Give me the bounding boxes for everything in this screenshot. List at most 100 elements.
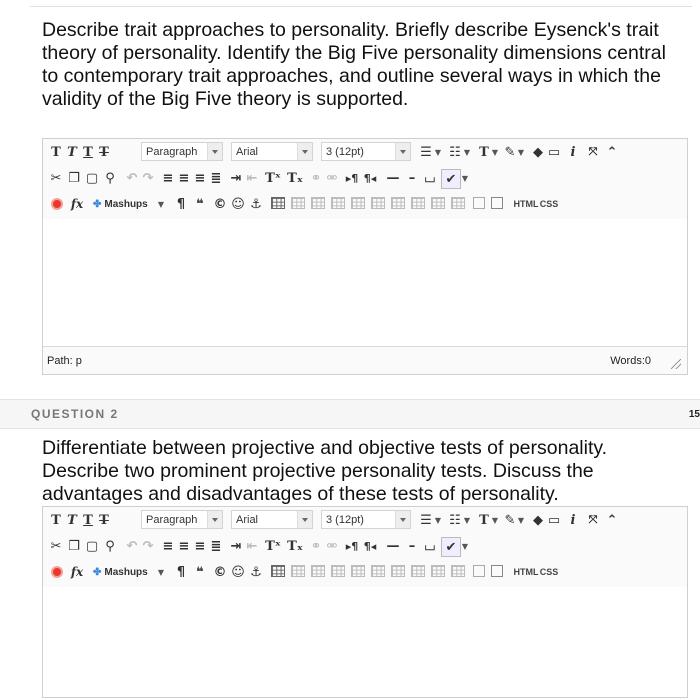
answer-text-area-2[interactable] (43, 587, 687, 697)
underline-icon[interactable]: T (81, 511, 95, 529)
rtl-icon[interactable]: ¶◂ (363, 537, 377, 555)
insert-col-before-icon[interactable] (391, 197, 405, 209)
delete-col-icon[interactable] (431, 197, 445, 209)
mashups-button[interactable]: ✤ Mashups (93, 563, 153, 581)
anchor-icon[interactable]: ⚓ (249, 563, 263, 581)
table-cell-props-icon[interactable] (311, 197, 325, 209)
formula-icon[interactable]: fx (69, 563, 85, 581)
chevron-down-icon[interactable]: ▼ (517, 511, 525, 529)
spellcheck-icon[interactable]: ✔ (441, 169, 461, 189)
align-right-icon[interactable]: ≡ (193, 537, 207, 555)
html-button[interactable]: HTML (513, 563, 539, 581)
horizontal-rule-icon[interactable]: — (385, 169, 401, 187)
show-blocks-icon[interactable] (491, 565, 503, 577)
preview-monitor-icon[interactable]: ▭ (547, 511, 561, 529)
blockquote-icon[interactable]: ❝ (193, 195, 207, 213)
size-select[interactable]: 3 (12pt) (321, 142, 411, 161)
format-select[interactable]: Paragraph (141, 510, 223, 529)
chevron-down-icon[interactable]: ▼ (157, 195, 165, 213)
anchor-icon[interactable]: ⚓ (249, 195, 263, 213)
align-left-icon[interactable]: ≡ (161, 537, 175, 555)
find-icon[interactable]: ⚲ (103, 169, 117, 187)
fullscreen-icon[interactable]: ⤧ (585, 511, 601, 529)
cut-icon[interactable]: ✂ (49, 169, 63, 187)
align-center-icon[interactable]: ≡ (177, 169, 191, 187)
superscript-icon[interactable]: Tˣ (265, 537, 281, 555)
subscript-icon[interactable]: Tₓ (287, 169, 303, 187)
emoticon-icon[interactable]: ☺ (231, 563, 245, 581)
justify-icon[interactable]: ≣ (209, 169, 223, 187)
insert-table-icon[interactable] (271, 565, 285, 577)
paragraph-icon[interactable]: ¶ (175, 563, 187, 581)
table-cell-props-icon[interactable] (311, 565, 325, 577)
eraser-icon[interactable]: ◆ (531, 511, 545, 529)
chevron-down-icon[interactable]: ▼ (461, 169, 469, 187)
merge-cells-icon[interactable] (473, 565, 485, 577)
chevron-down-icon[interactable]: ▼ (463, 143, 471, 161)
collapse-toolbar-icon[interactable]: ⌃ (605, 143, 619, 161)
italic-icon[interactable]: T (65, 511, 79, 529)
redo-icon[interactable]: ↷ (141, 537, 155, 555)
table-row-props-icon[interactable] (291, 197, 305, 209)
undo-icon[interactable]: ↶ (125, 169, 139, 187)
font-select[interactable]: Arial (231, 510, 313, 529)
split-cells-icon[interactable] (451, 197, 465, 209)
fullscreen-icon[interactable]: ⤧ (585, 143, 601, 161)
minus-icon[interactable]: – (405, 169, 419, 187)
bullet-list-icon[interactable]: ☰ (418, 511, 434, 529)
numbered-list-icon[interactable]: ☷ (447, 143, 463, 161)
css-button[interactable]: CSS (539, 563, 559, 581)
size-select[interactable]: 3 (12pt) (321, 510, 411, 529)
info-icon[interactable]: i (567, 143, 579, 161)
undo-icon[interactable]: ↶ (125, 537, 139, 555)
text-color-icon[interactable]: T (477, 143, 491, 161)
answer-text-area-1[interactable] (43, 219, 687, 346)
delete-col-icon[interactable] (431, 565, 445, 577)
copy-icon[interactable]: ❐ (67, 169, 81, 187)
insert-col-before-icon[interactable] (391, 565, 405, 577)
underline-icon[interactable]: T (81, 143, 95, 161)
indent-icon[interactable]: ⇥ (229, 169, 243, 187)
show-blocks-icon[interactable] (491, 197, 503, 209)
spellcheck-icon[interactable]: ✔ (441, 537, 461, 557)
insert-col-after-icon[interactable] (411, 565, 425, 577)
chevron-down-icon[interactable]: ▼ (157, 563, 165, 581)
delete-row-icon[interactable] (371, 197, 385, 209)
chevron-down-icon[interactable]: ▼ (461, 537, 469, 555)
unlink-icon[interactable]: ⚮ (325, 169, 339, 187)
insert-row-before-icon[interactable] (331, 197, 345, 209)
rtl-icon[interactable]: ¶◂ (363, 169, 377, 187)
redo-icon[interactable]: ↷ (141, 169, 155, 187)
insert-table-icon[interactable] (271, 197, 285, 209)
indent-icon[interactable]: ⇥ (229, 537, 243, 555)
collapse-toolbar-icon[interactable]: ⌃ (605, 511, 619, 529)
bold-icon[interactable]: T (49, 143, 63, 161)
chevron-down-icon[interactable]: ▼ (463, 511, 471, 529)
insert-row-before-icon[interactable] (331, 565, 345, 577)
insert-col-after-icon[interactable] (411, 197, 425, 209)
font-select[interactable]: Arial (231, 142, 313, 161)
ltr-icon[interactable]: ▸¶ (345, 169, 359, 187)
nonbreaking-space-icon[interactable]: ⌴ (423, 169, 437, 187)
justify-icon[interactable]: ≣ (209, 537, 223, 555)
insert-row-after-icon[interactable] (351, 197, 365, 209)
merge-cells-icon[interactable] (473, 197, 485, 209)
outdent-icon[interactable]: ⇤ (245, 169, 259, 187)
align-right-icon[interactable]: ≡ (193, 169, 207, 187)
paste-icon[interactable]: ▢ (85, 169, 99, 187)
link-icon[interactable]: ⚭ (309, 169, 323, 187)
bullet-list-icon[interactable]: ☰ (418, 143, 434, 161)
chevron-down-icon[interactable]: ▼ (434, 143, 442, 161)
eraser-icon[interactable]: ◆ (531, 143, 545, 161)
copyright-icon[interactable]: © (213, 195, 227, 213)
format-select[interactable]: Paragraph (141, 142, 223, 161)
numbered-list-icon[interactable]: ☷ (447, 511, 463, 529)
mashups-button[interactable]: ✤ Mashups (93, 195, 153, 213)
align-center-icon[interactable]: ≡ (177, 537, 191, 555)
preview-monitor-icon[interactable]: ▭ (547, 143, 561, 161)
insert-row-after-icon[interactable] (351, 565, 365, 577)
subscript-icon[interactable]: Tₓ (287, 537, 303, 555)
italic-icon[interactable]: T (65, 143, 79, 161)
copyright-icon[interactable]: © (213, 563, 227, 581)
highlight-pen-icon[interactable]: ✎ (503, 143, 517, 161)
